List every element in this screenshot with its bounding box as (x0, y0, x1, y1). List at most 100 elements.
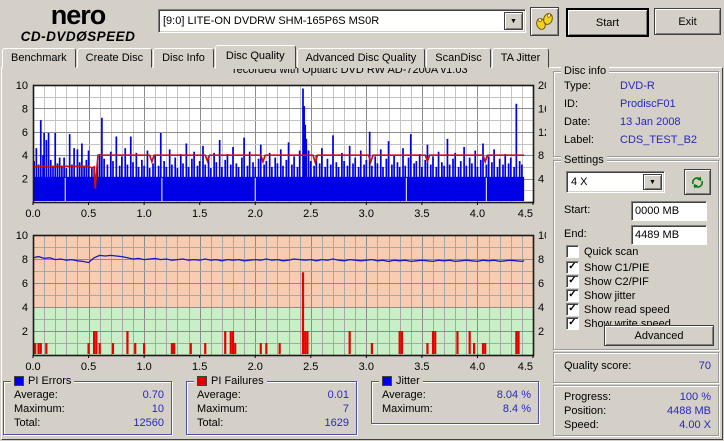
refresh-button[interactable] (684, 169, 711, 195)
disc-info-title: Disc info (561, 65, 610, 77)
pi-errors-stats-box: PI Errors Average: 0.70 Maximum: 10 Total:… (3, 375, 172, 435)
svg-text:8: 8 (538, 254, 544, 266)
svg-text:4: 4 (22, 150, 28, 162)
checkbox-show-jitter[interactable]: ✓ Show jitter (566, 289, 635, 302)
svg-text:12: 12 (538, 127, 546, 139)
svg-text:4.5: 4.5 (518, 208, 533, 220)
pi-failures-title: PI Failures (211, 375, 264, 387)
quality-score-value: 70 (698, 360, 711, 372)
pi-errors-title: PI Errors (28, 375, 72, 387)
svg-text:10: 10 (16, 230, 28, 242)
svg-text:2.0: 2.0 (248, 361, 263, 373)
tab-ta-jitter[interactable]: TA Jitter (491, 48, 550, 68)
cdspeed-logo-text: CD-DVDØSPEED (20, 29, 136, 44)
tab-benchmark[interactable]: Benchmark (2, 48, 76, 68)
tab-create-disc[interactable]: Create Disc (76, 48, 153, 68)
end-position-input[interactable]: 4489 MB (631, 225, 707, 245)
svg-text:16: 16 (538, 103, 546, 115)
progress-label: Progress: (564, 391, 612, 403)
disc-label-value: CDS_TEST_B2 (620, 134, 698, 146)
disc-date-value: 13 Jan 2008 (620, 116, 681, 128)
svg-text:4.5: 4.5 (518, 361, 533, 373)
checkbox-show-c1-pie[interactable]: ✓ Show C1/PIE (566, 261, 649, 274)
pi-failures-swatch (197, 376, 207, 386)
svg-text:4.0: 4.0 (470, 208, 485, 220)
position-label: Position: (564, 405, 607, 417)
svg-text:0.0: 0.0 (25, 361, 40, 373)
svg-text:6: 6 (22, 278, 28, 290)
svg-text:10: 10 (16, 80, 28, 92)
chevron-down-icon[interactable]: ▼ (504, 12, 523, 30)
exit-button[interactable]: Exit (654, 8, 721, 35)
svg-text:8: 8 (538, 150, 544, 162)
disc-type-label: Type: (564, 80, 591, 92)
svg-text:20: 20 (538, 80, 546, 92)
svg-text:3.0: 3.0 (359, 361, 374, 373)
svg-text:1.5: 1.5 (192, 361, 207, 373)
scan-speed-select[interactable]: 4 X ▼ (566, 171, 665, 193)
tab-disc-quality[interactable]: Disc Quality (214, 45, 296, 69)
speed-label: Speed: (564, 419, 599, 431)
tab-disc-info[interactable]: Disc Info (153, 48, 214, 68)
svg-text:6: 6 (538, 278, 544, 290)
speed-test-icon-button[interactable] (530, 7, 559, 36)
start-position-input[interactable]: 0000 MB (631, 201, 707, 221)
svg-text:10: 10 (538, 230, 546, 242)
svg-text:2: 2 (22, 326, 28, 338)
chevron-down-icon[interactable]: ▼ (643, 174, 662, 190)
drive-select-value: [9:0] LITE-ON DVDRW SHM-165P6S MS0R (163, 15, 380, 27)
disc-info-group: Disc info Type: DVD-R ID: ProdiscF01 Date:… (553, 65, 719, 157)
svg-text:1.5: 1.5 (192, 208, 207, 220)
shoes-icon (536, 13, 553, 30)
svg-text:2: 2 (22, 174, 28, 186)
svg-text:0.5: 0.5 (81, 208, 96, 220)
svg-text:1.0: 1.0 (136, 361, 151, 373)
checkbox-show-c2-pif[interactable]: ✓ Show C2/PIF (566, 275, 649, 288)
svg-text:3.5: 3.5 (414, 361, 429, 373)
tab-advanced-disc-quality[interactable]: Advanced Disc Quality (296, 48, 426, 68)
svg-text:0.5: 0.5 (81, 361, 96, 373)
start-button[interactable]: Start (566, 8, 649, 37)
pi-errors-swatch (14, 376, 24, 386)
settings-group: Settings 4 X ▼ Start: 0000 MB End: 4489 … (553, 154, 719, 350)
checkbox-quick-scan[interactable]: Quick scan (566, 245, 638, 258)
svg-text:0.0: 0.0 (25, 208, 40, 220)
speed-value: 4.00 X (679, 419, 711, 431)
pi-failures-stats-box: PI Failures Average: 0.01 Maximum: 7 Total… (186, 375, 357, 435)
disc-date-label: Date: (564, 116, 591, 128)
exit-button-label: Exit (678, 15, 697, 28)
start-position-label: Start: (564, 204, 591, 216)
svg-text:3.5: 3.5 (414, 208, 429, 220)
disc-id-label: ID: (564, 98, 579, 110)
svg-text:3.0: 3.0 (359, 208, 374, 220)
jitter-pif-chart: 10 8 6 4 2 10 8 6 4 2 0.0 0.5 1.0 1.5 2.0 2.5 3.0 3.5 4.0 4… (16, 230, 546, 373)
svg-text:4.0: 4.0 (470, 361, 485, 373)
svg-text:4: 4 (538, 174, 544, 186)
nero-logo-text: nero (50, 0, 107, 30)
svg-text:2.0: 2.0 (248, 208, 263, 220)
svg-text:8: 8 (22, 103, 28, 115)
tab-scandisc[interactable]: ScanDisc (426, 48, 491, 68)
svg-text:4: 4 (22, 302, 28, 314)
progress-box: Progress: 100 % Position: 4488 MB Speed: 4.… (553, 385, 719, 436)
jitter-stats-box: Jitter Average: 8.04 % Maximum: 8.4 % (371, 375, 539, 424)
svg-text:6: 6 (22, 127, 28, 139)
drive-select[interactable]: [9:0] LITE-ON DVDRW SHM-165P6S MS0R ▼ (158, 9, 526, 33)
quality-score-label: Quality score: (564, 360, 632, 372)
svg-text:8: 8 (22, 254, 28, 266)
disc-label-label: Label: (564, 134, 594, 146)
progress-value: 100 % (679, 391, 711, 403)
svg-text:4: 4 (538, 302, 544, 314)
disc-id-value: ProdiscF01 (620, 98, 676, 110)
svg-text:2: 2 (538, 326, 544, 338)
svg-text:1.0: 1.0 (136, 208, 151, 220)
quality-score-box: Quality score: 70 (553, 352, 719, 383)
nero-logo: nero CD-DVDØSPEED (2, 2, 154, 44)
advanced-button[interactable]: Advanced (604, 325, 714, 346)
checkbox-show-read-speed[interactable]: ✓ Show read speed (566, 303, 670, 316)
jitter-title: Jitter (396, 375, 420, 387)
refresh-icon (691, 176, 704, 188)
pi-errors-chart: 10 8 6 4 2 20 16 12 8 4 0.0 0.5 1.0 1.5 2.0 2.5 3.0 3.5 4.… (16, 80, 546, 220)
scan-speed-value: 4 X (571, 176, 588, 188)
svg-text:2.5: 2.5 (303, 208, 318, 220)
